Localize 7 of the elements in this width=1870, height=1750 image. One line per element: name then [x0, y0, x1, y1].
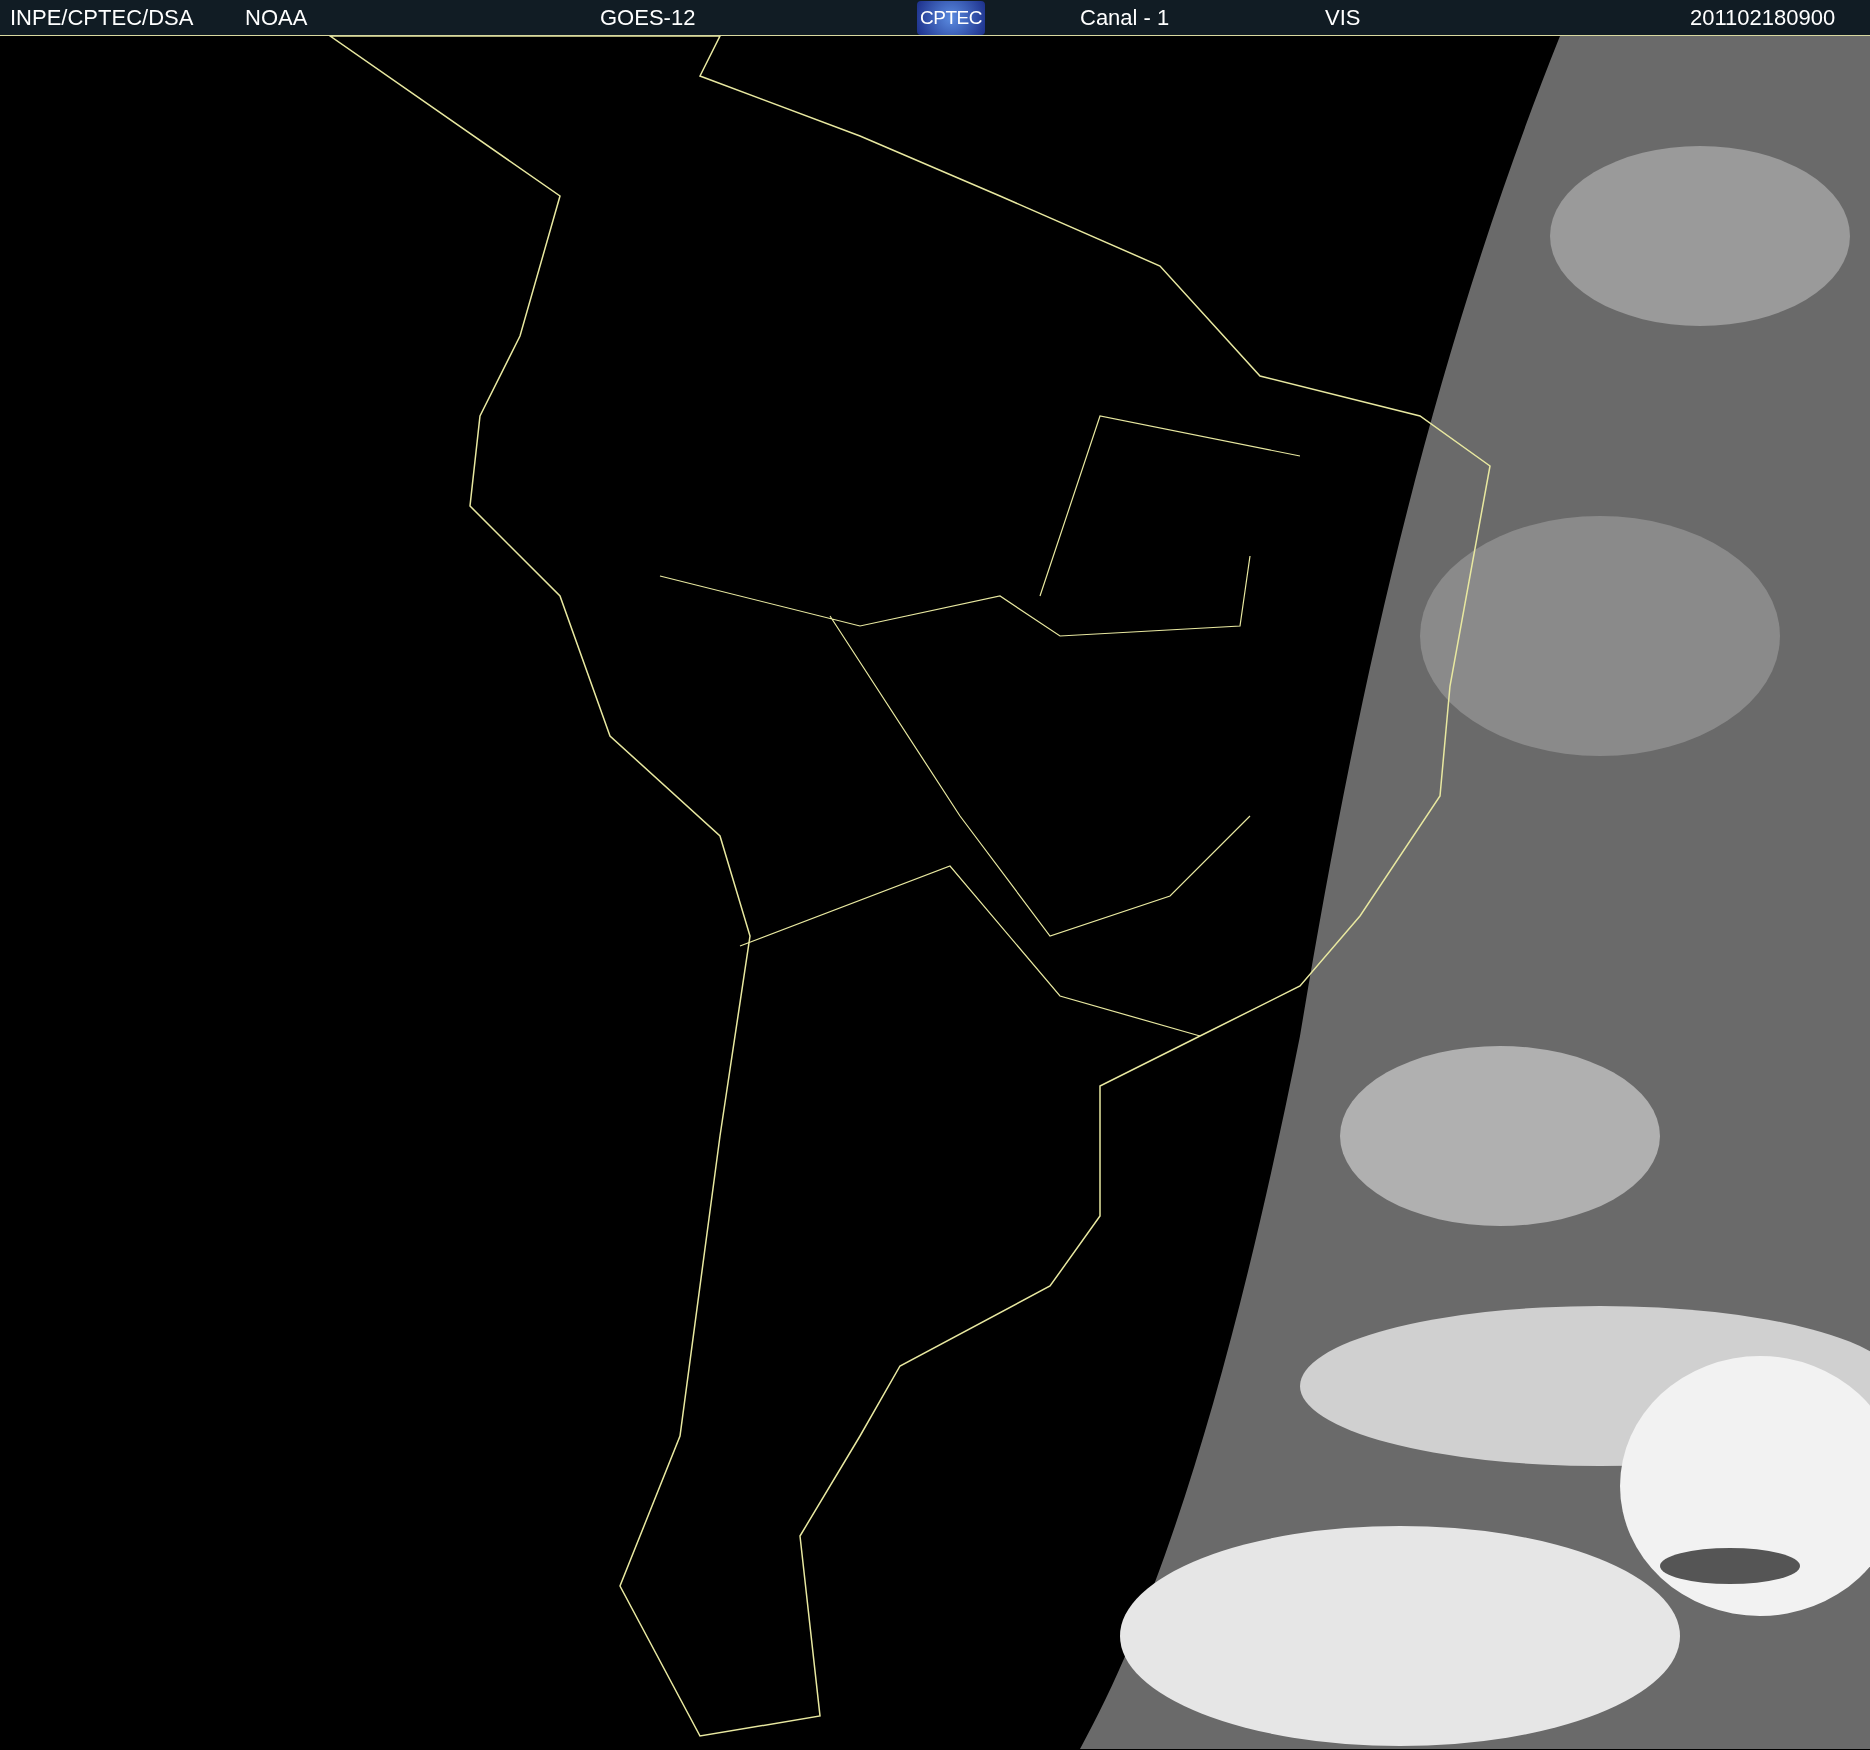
- logo: CPTEC: [917, 1, 985, 35]
- header-label: Canal - 1: [1080, 4, 1170, 32]
- header-label: GOES-12: [600, 4, 696, 32]
- header-label: NOAA: [245, 4, 308, 32]
- header-label: INPE/CPTEC/DSA: [10, 4, 194, 32]
- header-label: 201102180900: [1690, 4, 1836, 32]
- header-label: VIS: [1325, 4, 1361, 32]
